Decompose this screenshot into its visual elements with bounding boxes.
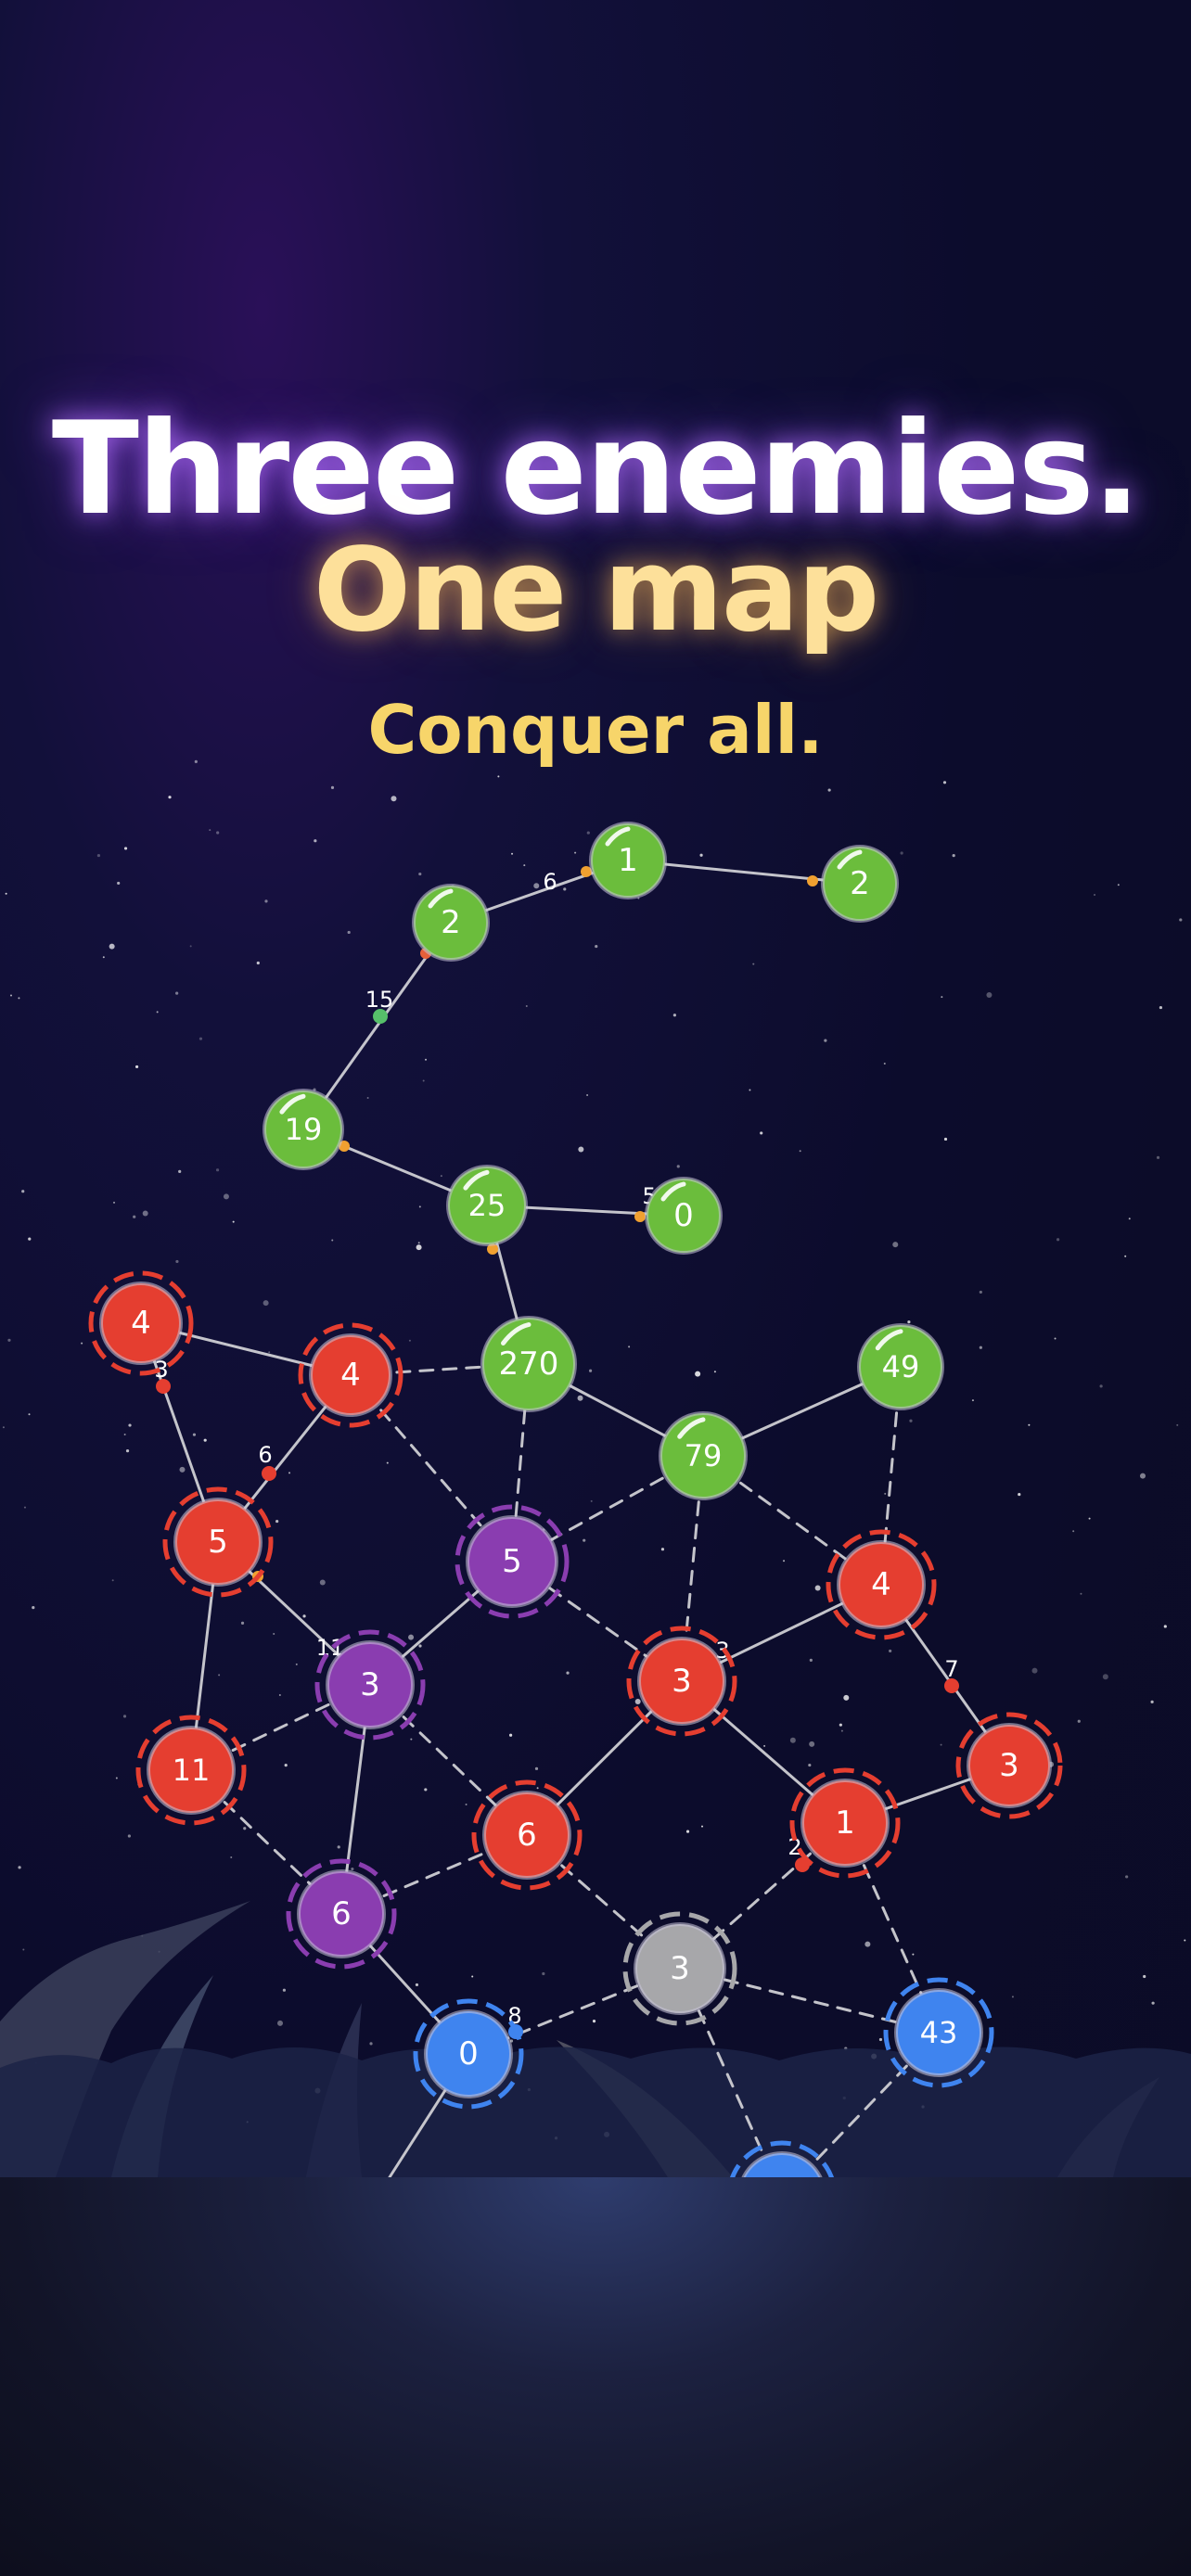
node-green[interactable]: 1 (589, 822, 667, 899)
node-green[interactable]: 49 (857, 1323, 944, 1410)
edge-arrow (807, 875, 818, 886)
node-troop-count: 4 (871, 1566, 891, 1603)
node-troop-count: 5 (208, 1524, 228, 1561)
node-troop-count: 11 (173, 1753, 211, 1788)
node-troop-count: 1 (835, 1804, 855, 1842)
node-green[interactable]: 79 (659, 1411, 748, 1500)
node-green[interactable]: 2 (821, 845, 899, 923)
node-troop-count: 19 (285, 1112, 323, 1147)
node-green[interactable]: 25 (446, 1165, 528, 1246)
node-purple[interactable]: 5 (455, 1504, 570, 1619)
node-purple[interactable]: 6 (286, 1858, 397, 1970)
node-blue[interactable]: 43 (883, 1977, 994, 2088)
node-troop-count: 5 (502, 1543, 522, 1580)
node-troop-count: 49 (882, 1349, 920, 1384)
nodes: 1221925 0270 4979445113436 15363043 (88, 822, 1063, 2251)
node-troop-count: 2 (441, 904, 461, 941)
node-troop-count: 43 (920, 2015, 958, 2050)
bottom-panel (0, 2177, 1191, 2576)
node-troop-count: 3 (670, 1950, 690, 1987)
node-red[interactable]: 11 (135, 1715, 247, 1826)
edge-troop-count: 7 (944, 1656, 958, 1682)
node-troop-count: 79 (685, 1438, 723, 1473)
node-red[interactable]: 4 (826, 1529, 937, 1640)
node-troop-count: 6 (517, 1817, 537, 1854)
node-green[interactable]: 2 (412, 884, 490, 962)
node-green[interactable]: 0 (645, 1177, 723, 1255)
node-red[interactable]: 4 (298, 1322, 403, 1428)
node-red[interactable]: 4 (88, 1270, 194, 1376)
edge-arrow (634, 1211, 646, 1222)
node-gray[interactable]: 3 (622, 1911, 737, 2026)
node-troop-count: 2 (850, 865, 870, 902)
edges (139, 859, 1011, 2198)
node-troop-count: 1 (618, 842, 638, 879)
node-troop-count: 3 (672, 1663, 692, 1700)
edge-troop-count: 6 (258, 1442, 272, 1468)
node-troop-count: 3 (999, 1747, 1019, 1784)
node-blue[interactable]: 0 (413, 1998, 524, 2110)
troop-marker (262, 1466, 276, 1481)
node-troop-count: 4 (131, 1305, 151, 1342)
edge-troop-count: 6 (543, 869, 557, 895)
edge-troop-count: 15 (365, 987, 394, 1013)
node-troop-count: 25 (468, 1188, 506, 1223)
node-troop-count: 270 (499, 1345, 559, 1383)
node-red[interactable]: 5 (162, 1486, 274, 1598)
node-troop-count: 4 (340, 1357, 361, 1394)
node-red[interactable]: 3 (955, 1712, 1063, 1819)
node-green[interactable]: 270 (480, 1316, 577, 1412)
node-green[interactable]: 19 (263, 1089, 344, 1170)
node-troop-count: 3 (360, 1666, 380, 1703)
node-red[interactable]: 1 (789, 1767, 901, 1879)
node-troop-count: 6 (331, 1895, 352, 1932)
node-troop-count: 0 (458, 2035, 479, 2072)
node-troop-count: 0 (673, 1197, 694, 1234)
